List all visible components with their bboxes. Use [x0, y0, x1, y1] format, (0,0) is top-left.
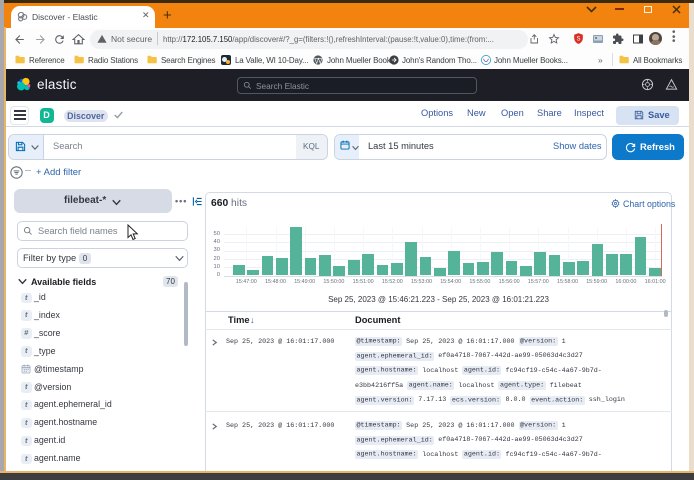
- svg-text:S: S: [577, 37, 581, 43]
